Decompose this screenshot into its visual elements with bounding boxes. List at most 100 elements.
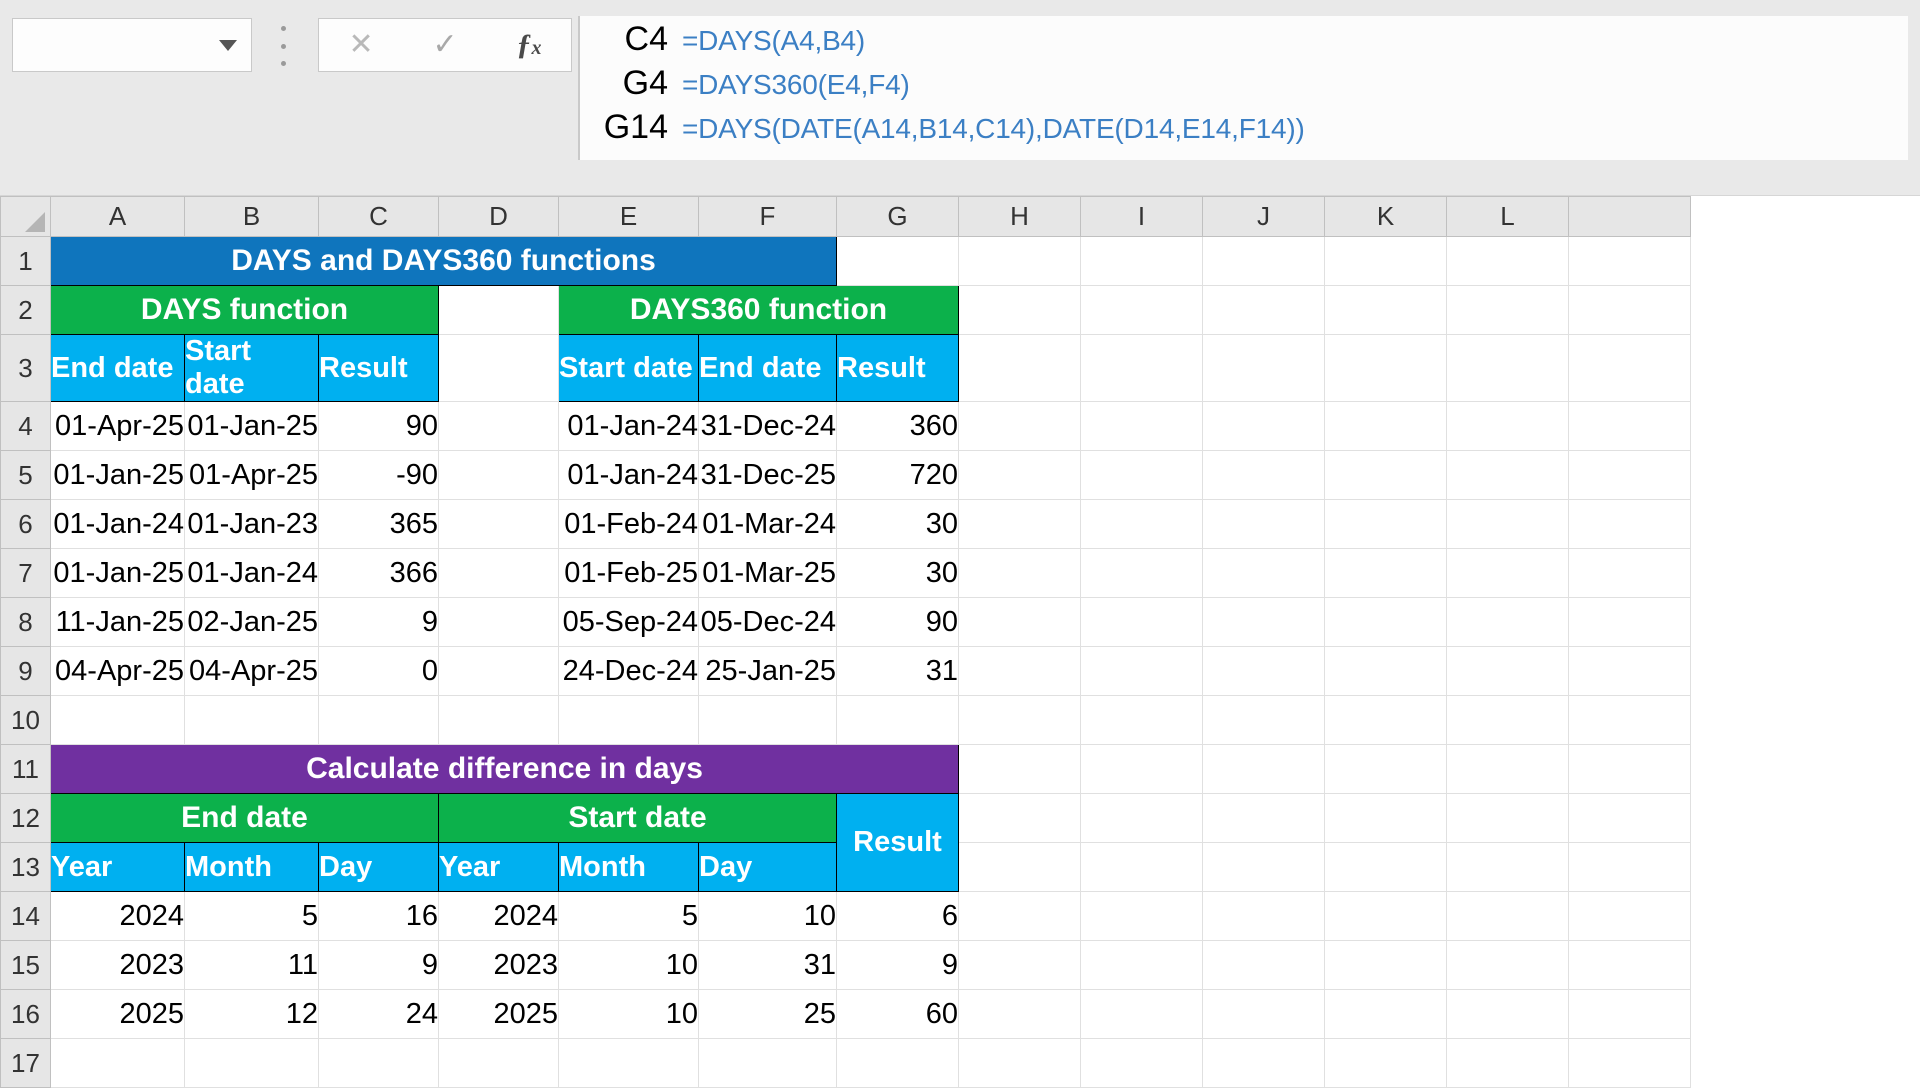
cell-l4[interactable]	[1446, 401, 1569, 451]
cell-i10[interactable]	[1080, 695, 1203, 745]
cell-k5[interactable]	[1324, 450, 1447, 500]
row-header-6[interactable]: 6	[0, 499, 51, 549]
cell-g16[interactable]: 60	[836, 989, 959, 1039]
cell-k4[interactable]	[1324, 401, 1447, 451]
cell-g7[interactable]: 30	[836, 548, 959, 598]
cell-m12[interactable]	[1568, 793, 1691, 843]
cell-m11[interactable]	[1568, 744, 1691, 794]
cell-a17[interactable]	[50, 1038, 185, 1088]
cell-h10[interactable]	[958, 695, 1081, 745]
cell-b13-month-header[interactable]: Month	[184, 842, 319, 892]
cell-l13[interactable]	[1446, 842, 1569, 892]
cell-e6[interactable]: 01-Feb-24	[558, 499, 699, 549]
cell-g10[interactable]	[836, 695, 959, 745]
cell-j8[interactable]	[1202, 597, 1325, 647]
cell-e2-days360-section[interactable]: DAYS360 function	[558, 285, 959, 335]
cell-h8[interactable]	[958, 597, 1081, 647]
cell-a8[interactable]: 11-Jan-25	[50, 597, 185, 647]
cell-g17[interactable]	[836, 1038, 959, 1088]
cell-h2[interactable]	[958, 285, 1081, 335]
cell-m10[interactable]	[1568, 695, 1691, 745]
cell-i12[interactable]	[1080, 793, 1203, 843]
cell-f9[interactable]: 25-Jan-25	[698, 646, 837, 696]
cell-i17[interactable]	[1080, 1038, 1203, 1088]
row-header-9[interactable]: 9	[0, 646, 51, 696]
cell-l5[interactable]	[1446, 450, 1569, 500]
cell-e8[interactable]: 05-Sep-24	[558, 597, 699, 647]
cell-j16[interactable]	[1202, 989, 1325, 1039]
cell-m5[interactable]	[1568, 450, 1691, 500]
column-header-a[interactable]: A	[50, 196, 185, 237]
cell-c7[interactable]: 366	[318, 548, 439, 598]
column-header-h[interactable]: H	[958, 196, 1081, 237]
cell-a13-year-header[interactable]: Year	[50, 842, 185, 892]
cell-f6[interactable]: 01-Mar-24	[698, 499, 837, 549]
column-header-k[interactable]: K	[1324, 196, 1447, 237]
cell-b9[interactable]: 04-Apr-25	[184, 646, 319, 696]
cell-i13[interactable]	[1080, 842, 1203, 892]
cell-l17[interactable]	[1446, 1038, 1569, 1088]
cell-g12-result-header[interactable]: Result	[836, 793, 959, 892]
spreadsheet-grid[interactable]: A B C D E F G H I J K L 1 DAYS and DAYS3…	[0, 196, 1920, 1088]
column-header-e[interactable]: E	[558, 196, 699, 237]
cell-f13-day-header[interactable]: Day	[698, 842, 837, 892]
cell-i1[interactable]	[1080, 236, 1203, 286]
cell-f8[interactable]: 05-Dec-24	[698, 597, 837, 647]
cell-e14[interactable]: 5	[558, 891, 699, 941]
cell-a6[interactable]: 01-Jan-24	[50, 499, 185, 549]
cell-f16[interactable]: 25	[698, 989, 837, 1039]
cell-d12-start-date-group[interactable]: Start date	[438, 793, 837, 843]
cell-d16[interactable]: 2025	[438, 989, 559, 1039]
name-box[interactable]	[12, 18, 252, 72]
cell-h1[interactable]	[958, 236, 1081, 286]
cell-i5[interactable]	[1080, 450, 1203, 500]
cell-a11-diff-title[interactable]: Calculate difference in days	[50, 744, 959, 794]
cell-h11[interactable]	[958, 744, 1081, 794]
column-header-i[interactable]: I	[1080, 196, 1203, 237]
cell-f4[interactable]: 31-Dec-24	[698, 401, 837, 451]
cell-g8[interactable]: 90	[836, 597, 959, 647]
cell-m16[interactable]	[1568, 989, 1691, 1039]
column-header-l[interactable]: L	[1446, 196, 1569, 237]
cell-c6[interactable]: 365	[318, 499, 439, 549]
cell-m14[interactable]	[1568, 891, 1691, 941]
cell-b4[interactable]: 01-Jan-25	[184, 401, 319, 451]
cell-a2-days-section[interactable]: DAYS function	[50, 285, 439, 335]
cell-j4[interactable]	[1202, 401, 1325, 451]
cell-g15[interactable]: 9	[836, 940, 959, 990]
cell-f14[interactable]: 10	[698, 891, 837, 941]
cell-d17[interactable]	[438, 1038, 559, 1088]
cell-m6[interactable]	[1568, 499, 1691, 549]
column-header-c[interactable]: C	[318, 196, 439, 237]
cell-k13[interactable]	[1324, 842, 1447, 892]
cell-k7[interactable]	[1324, 548, 1447, 598]
cell-a3-end-date-header[interactable]: End date	[50, 334, 185, 402]
cell-a7[interactable]: 01-Jan-25	[50, 548, 185, 598]
cell-l10[interactable]	[1446, 695, 1569, 745]
cell-h5[interactable]	[958, 450, 1081, 500]
cell-d5[interactable]	[438, 450, 559, 500]
cell-k3[interactable]	[1324, 334, 1447, 402]
cell-k15[interactable]	[1324, 940, 1447, 990]
cell-g1[interactable]	[836, 236, 959, 286]
cell-a1-main-title[interactable]: DAYS and DAYS360 functions	[50, 236, 837, 286]
cell-e16[interactable]: 10	[558, 989, 699, 1039]
cell-b16[interactable]: 12	[184, 989, 319, 1039]
cell-e5[interactable]: 01-Jan-24	[558, 450, 699, 500]
cell-e7[interactable]: 01-Feb-25	[558, 548, 699, 598]
cell-m15[interactable]	[1568, 940, 1691, 990]
column-header-overflow[interactable]	[1568, 196, 1691, 237]
cell-k11[interactable]	[1324, 744, 1447, 794]
row-header-16[interactable]: 16	[0, 989, 51, 1039]
cell-e15[interactable]: 10	[558, 940, 699, 990]
cell-j9[interactable]	[1202, 646, 1325, 696]
cell-k12[interactable]	[1324, 793, 1447, 843]
cell-i2[interactable]	[1080, 285, 1203, 335]
cell-j14[interactable]	[1202, 891, 1325, 941]
cell-f10[interactable]	[698, 695, 837, 745]
cell-l11[interactable]	[1446, 744, 1569, 794]
cell-f15[interactable]: 31	[698, 940, 837, 990]
cell-k6[interactable]	[1324, 499, 1447, 549]
row-header-10[interactable]: 10	[0, 695, 51, 745]
row-header-14[interactable]: 14	[0, 891, 51, 941]
